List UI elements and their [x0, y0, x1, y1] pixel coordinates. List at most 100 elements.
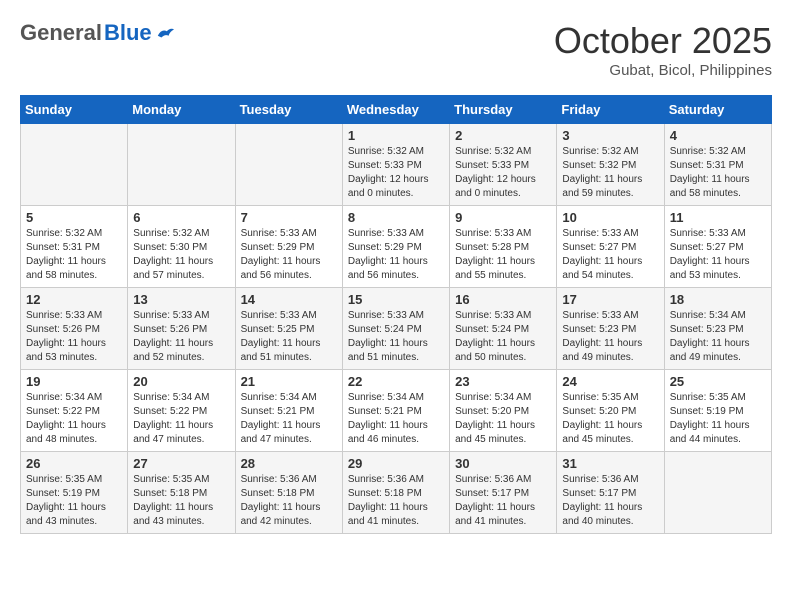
day-number: 22: [348, 374, 444, 389]
month-title: October 2025: [554, 20, 772, 62]
day-info: Sunrise: 5:32 AM Sunset: 5:33 PM Dayligh…: [455, 145, 551, 201]
day-info: Sunrise: 5:35 AM Sunset: 5:19 PM Dayligh…: [26, 473, 122, 529]
calendar-cell: 18 Sunrise: 5:34 AM Sunset: 5:23 PM Dayli…: [664, 288, 771, 370]
day-number: 2: [455, 128, 551, 143]
day-info: Sunrise: 5:33 AM Sunset: 5:29 PM Dayligh…: [348, 227, 444, 283]
day-number: 12: [26, 292, 122, 307]
day-number: 20: [133, 374, 229, 389]
calendar-cell: 26 Sunrise: 5:35 AM Sunset: 5:19 PM Dayli…: [21, 452, 128, 534]
day-info: Sunrise: 5:33 AM Sunset: 5:27 PM Dayligh…: [562, 227, 658, 283]
calendar-cell: 21Sunrise: 5:34 AM Sunset: 5:21 PM Dayli…: [235, 370, 342, 452]
calendar-cell: 22 Sunrise: 5:34 AM Sunset: 5:21 PM Dayli…: [342, 370, 449, 452]
calendar-cell: 12 Sunrise: 5:33 AM Sunset: 5:26 PM Dayli…: [21, 288, 128, 370]
calendar-cell: 8 Sunrise: 5:33 AM Sunset: 5:29 PM Daylig…: [342, 206, 449, 288]
day-number: 1: [348, 128, 444, 143]
day-info: Sunrise: 5:34 AM Sunset: 5:21 PM Dayligh…: [348, 391, 444, 447]
calendar-cell: [128, 124, 235, 206]
calendar-cell: 14Sunrise: 5:33 AM Sunset: 5:25 PM Dayli…: [235, 288, 342, 370]
day-number: 11: [670, 210, 766, 225]
day-info: Sunrise: 5:34 AM Sunset: 5:21 PM Dayligh…: [241, 391, 337, 447]
day-info: Sunrise: 5:33 AM Sunset: 5:24 PM Dayligh…: [455, 309, 551, 365]
day-number: 10: [562, 210, 658, 225]
calendar-cell: 19 Sunrise: 5:34 AM Sunset: 5:22 PM Dayli…: [21, 370, 128, 452]
calendar-cell: 17 Sunrise: 5:33 AM Sunset: 5:23 PM Dayli…: [557, 288, 664, 370]
day-info: Sunrise: 5:33 AM Sunset: 5:29 PM Dayligh…: [241, 227, 337, 283]
day-info: Sunrise: 5:35 AM Sunset: 5:20 PM Dayligh…: [562, 391, 658, 447]
day-info: Sunrise: 5:33 AM Sunset: 5:23 PM Dayligh…: [562, 309, 658, 365]
day-number: 30: [455, 456, 551, 471]
calendar-cell: 25Sunrise: 5:35 AM Sunset: 5:19 PM Dayli…: [664, 370, 771, 452]
day-number: 19: [26, 374, 122, 389]
day-number: 4: [670, 128, 766, 143]
day-info: Sunrise: 5:34 AM Sunset: 5:23 PM Dayligh…: [670, 309, 766, 365]
calendar-cell: 10 Sunrise: 5:33 AM Sunset: 5:27 PM Dayli…: [557, 206, 664, 288]
day-number: 6: [133, 210, 229, 225]
day-info: Sunrise: 5:35 AM Sunset: 5:19 PM Dayligh…: [670, 391, 766, 447]
day-info: Sunrise: 5:33 AM Sunset: 5:24 PM Dayligh…: [348, 309, 444, 365]
calendar-week-row: 12 Sunrise: 5:33 AM Sunset: 5:26 PM Dayli…: [21, 288, 772, 370]
calendar-cell: 9Sunrise: 5:33 AM Sunset: 5:28 PM Daylig…: [450, 206, 557, 288]
calendar-cell: 5 Sunrise: 5:32 AM Sunset: 5:31 PM Daylig…: [21, 206, 128, 288]
weekday-header: Wednesday: [342, 96, 449, 124]
calendar-cell: 30 Sunrise: 5:36 AM Sunset: 5:17 PM Dayli…: [450, 452, 557, 534]
day-info: Sunrise: 5:33 AM Sunset: 5:26 PM Dayligh…: [133, 309, 229, 365]
weekday-header: Thursday: [450, 96, 557, 124]
calendar-week-row: 5 Sunrise: 5:32 AM Sunset: 5:31 PM Daylig…: [21, 206, 772, 288]
day-number: 29: [348, 456, 444, 471]
day-number: 16: [455, 292, 551, 307]
day-info: Sunrise: 5:34 AM Sunset: 5:20 PM Dayligh…: [455, 391, 551, 447]
day-number: 8: [348, 210, 444, 225]
day-info: Sunrise: 5:36 AM Sunset: 5:18 PM Dayligh…: [348, 473, 444, 529]
calendar-cell: [235, 124, 342, 206]
calendar-cell: 24 Sunrise: 5:35 AM Sunset: 5:20 PM Dayli…: [557, 370, 664, 452]
day-number: 14: [241, 292, 337, 307]
day-number: 5: [26, 210, 122, 225]
calendar-cell: 7 Sunrise: 5:33 AM Sunset: 5:29 PM Daylig…: [235, 206, 342, 288]
day-info: Sunrise: 5:32 AM Sunset: 5:33 PM Dayligh…: [348, 145, 444, 201]
day-number: 31: [562, 456, 658, 471]
day-number: 15: [348, 292, 444, 307]
day-info: Sunrise: 5:33 AM Sunset: 5:28 PM Dayligh…: [455, 227, 551, 283]
day-number: 27: [133, 456, 229, 471]
day-info: Sunrise: 5:36 AM Sunset: 5:17 PM Dayligh…: [455, 473, 551, 529]
calendar-cell: 20 Sunrise: 5:34 AM Sunset: 5:22 PM Dayli…: [128, 370, 235, 452]
day-number: 7: [241, 210, 337, 225]
calendar-week-row: 26 Sunrise: 5:35 AM Sunset: 5:19 PM Dayli…: [21, 452, 772, 534]
logo-general-text: General: [20, 20, 102, 46]
weekday-header: Saturday: [664, 96, 771, 124]
day-number: 18: [670, 292, 766, 307]
day-info: Sunrise: 5:33 AM Sunset: 5:27 PM Dayligh…: [670, 227, 766, 283]
day-info: Sunrise: 5:32 AM Sunset: 5:31 PM Dayligh…: [26, 227, 122, 283]
day-number: 17: [562, 292, 658, 307]
day-info: Sunrise: 5:35 AM Sunset: 5:18 PM Dayligh…: [133, 473, 229, 529]
calendar-cell: 6Sunrise: 5:32 AM Sunset: 5:30 PM Daylig…: [128, 206, 235, 288]
day-info: Sunrise: 5:33 AM Sunset: 5:26 PM Dayligh…: [26, 309, 122, 365]
calendar-cell: 28 Sunrise: 5:36 AM Sunset: 5:18 PM Dayli…: [235, 452, 342, 534]
day-info: Sunrise: 5:34 AM Sunset: 5:22 PM Dayligh…: [133, 391, 229, 447]
day-number: 26: [26, 456, 122, 471]
day-info: Sunrise: 5:32 AM Sunset: 5:31 PM Dayligh…: [670, 145, 766, 201]
weekday-header: Sunday: [21, 96, 128, 124]
day-info: Sunrise: 5:36 AM Sunset: 5:18 PM Dayligh…: [241, 473, 337, 529]
weekday-header: Friday: [557, 96, 664, 124]
day-info: Sunrise: 5:32 AM Sunset: 5:32 PM Dayligh…: [562, 145, 658, 201]
calendar-cell: [21, 124, 128, 206]
day-number: 13: [133, 292, 229, 307]
day-info: Sunrise: 5:34 AM Sunset: 5:22 PM Dayligh…: [26, 391, 122, 447]
location: Gubat, Bicol, Philippines: [554, 62, 772, 79]
day-number: 3: [562, 128, 658, 143]
calendar-cell: 29 Sunrise: 5:36 AM Sunset: 5:18 PM Dayli…: [342, 452, 449, 534]
day-number: 24: [562, 374, 658, 389]
calendar-cell: 23Sunrise: 5:34 AM Sunset: 5:20 PM Dayli…: [450, 370, 557, 452]
calendar-cell: 15 Sunrise: 5:33 AM Sunset: 5:24 PM Dayli…: [342, 288, 449, 370]
logo-bird-icon: [156, 26, 174, 40]
calendar-cell: [664, 452, 771, 534]
day-number: 28: [241, 456, 337, 471]
calendar-cell: 31Sunrise: 5:36 AM Sunset: 5:17 PM Dayli…: [557, 452, 664, 534]
calendar-cell: 1 Sunrise: 5:32 AM Sunset: 5:33 PM Daylig…: [342, 124, 449, 206]
title-block: October 2025 Gubat, Bicol, Philippines: [554, 20, 772, 79]
calendar-table: SundayMondayTuesdayWednesdayThursdayFrid…: [20, 95, 772, 534]
weekday-header-row: SundayMondayTuesdayWednesdayThursdayFrid…: [21, 96, 772, 124]
calendar-week-row: 19 Sunrise: 5:34 AM Sunset: 5:22 PM Dayli…: [21, 370, 772, 452]
calendar-cell: 11 Sunrise: 5:33 AM Sunset: 5:27 PM Dayli…: [664, 206, 771, 288]
